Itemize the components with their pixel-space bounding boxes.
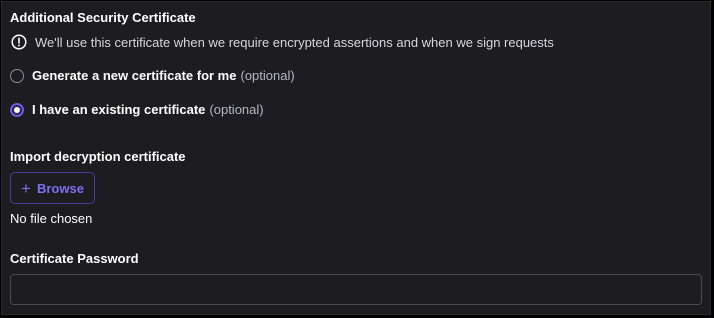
- optional-tag: (optional): [240, 68, 295, 83]
- import-certificate-label: Import decryption certificate: [10, 149, 186, 164]
- optional-tag: (optional): [209, 102, 264, 117]
- certificate-password-label: Certificate Password: [10, 251, 139, 266]
- file-status: No file chosen: [10, 211, 93, 226]
- radio-button-selected[interactable]: [10, 102, 24, 117]
- browse-button-label: Browse: [36, 180, 84, 196]
- radio-label-generate: Generate a new certificate for me: [32, 68, 237, 83]
- section-title: Additional Security Certificate: [10, 10, 196, 25]
- certificate-panel: Additional Security Certificate We'll us…: [1, 1, 711, 315]
- alert-circle-icon: [11, 34, 27, 50]
- info-message: We'll use this certificate when we requi…: [11, 34, 554, 50]
- radio-label-existing: I have an existing certificate: [32, 102, 206, 117]
- info-text: We'll use this certificate when we requi…: [35, 34, 554, 50]
- radio-option-generate[interactable]: Generate a new certificate for me (optio…: [10, 68, 295, 83]
- radio-option-existing[interactable]: I have an existing certificate (optional…: [10, 102, 264, 117]
- plus-icon: +: [21, 178, 31, 198]
- browse-button[interactable]: + Browse: [10, 172, 95, 204]
- radio-button-unselected[interactable]: [10, 68, 24, 83]
- certificate-password-input[interactable]: [10, 274, 702, 305]
